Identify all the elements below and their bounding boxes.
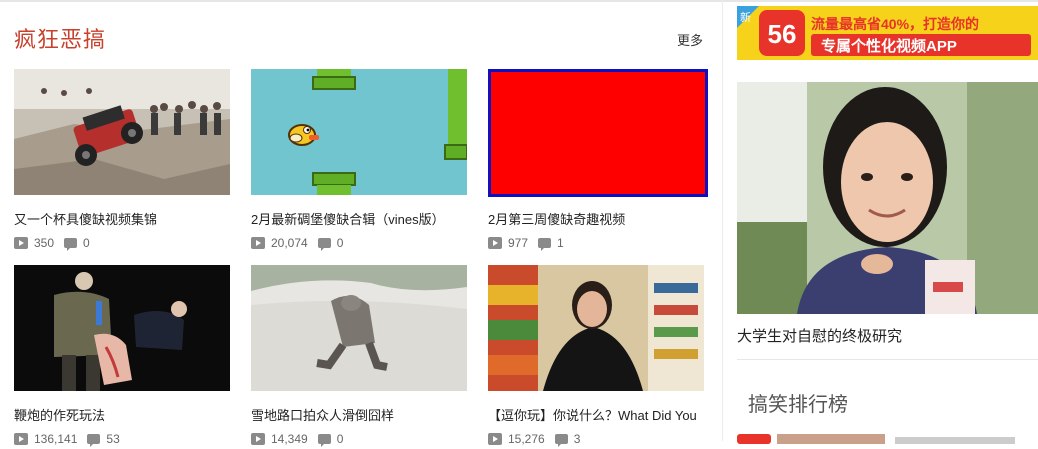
video-stats: 15,276 3 [488, 432, 706, 447]
ranking-list-preview[interactable] [737, 431, 1038, 444]
app-ad-banner[interactable]: 新 56 流量最高省40%，打造你的 专属个性化视频APP [737, 6, 1038, 60]
play-count-icon [251, 433, 265, 445]
play-count: 20,074 [271, 236, 308, 250]
video-card[interactable]: 2月最新碉堡傻缺合辑（vines版） 20,074 0 [251, 69, 469, 251]
play-count: 15,276 [508, 432, 545, 446]
ranking-title: 搞笑排行榜 [748, 394, 848, 416]
ad-badge: 新 [740, 10, 751, 24]
more-link[interactable]: 更多 [677, 30, 703, 49]
comment-icon [87, 434, 101, 447]
video-stats: 136,141 53 [14, 432, 232, 447]
play-count: 977 [508, 236, 529, 250]
comment-count: 0 [336, 432, 344, 446]
video-stats: 14,349 0 [251, 432, 469, 447]
video-title[interactable]: 又一个杯具傻缺视频集锦 [14, 209, 232, 228]
play-count-icon [14, 433, 28, 445]
video-title[interactable]: 2月最新碉堡傻缺合辑（vines版） [251, 209, 469, 228]
play-count-icon [251, 237, 265, 249]
video-card[interactable]: 又一个杯具傻缺视频集锦 350 0 [14, 69, 232, 251]
video-card[interactable]: 2月第三周傻缺奇趣视频 977 1 [488, 69, 708, 251]
column-divider [722, 0, 723, 441]
top-rule [0, 0, 1038, 2]
comment-count: 0 [336, 236, 344, 250]
video-title[interactable]: 【逗你玩】你说什么？What Did You [488, 405, 706, 424]
video-card[interactable]: 鞭炮的作死玩法 136,141 53 [14, 265, 232, 447]
video-thumbnail[interactable] [251, 69, 467, 195]
section-title: 疯狂恶搞 [14, 27, 107, 52]
video-thumbnail[interactable] [14, 69, 230, 195]
ad-line-1: 流量最高省40%，打造你的 [811, 16, 979, 32]
play-count-icon [488, 433, 502, 445]
play-count-icon [14, 237, 28, 249]
ad-brand: 56 [768, 19, 797, 49]
comment-count: 53 [106, 432, 120, 446]
comment-icon [554, 434, 568, 447]
play-count: 350 [34, 236, 55, 250]
feature-title[interactable]: 大学生对自慰的终极研究 [737, 325, 902, 346]
video-thumbnail[interactable] [251, 265, 467, 391]
comment-icon [317, 238, 331, 251]
feature-thumbnail[interactable] [737, 82, 1038, 314]
comment-count: 0 [83, 236, 90, 250]
comment-count: 3 [573, 432, 581, 446]
video-stats: 350 0 [14, 236, 232, 251]
comment-icon [64, 238, 78, 251]
video-thumbnail[interactable] [488, 265, 704, 391]
video-thumbnail[interactable] [488, 69, 708, 197]
comment-count: 1 [557, 236, 564, 250]
play-count-icon [488, 237, 502, 249]
video-title[interactable]: 鞭炮的作死玩法 [14, 405, 232, 424]
video-card[interactable]: 【逗你玩】你说什么？What Did You 15,276 3 [488, 265, 706, 447]
comment-icon [538, 238, 552, 251]
play-count: 14,349 [271, 432, 308, 446]
video-card[interactable]: 雪地路口拍众人滑倒囧样 14,349 0 [251, 265, 469, 447]
ranking-divider [737, 359, 1038, 360]
video-stats: 20,074 0 [251, 236, 469, 251]
comment-icon [317, 434, 331, 447]
video-title[interactable]: 2月第三周傻缺奇趣视频 [488, 209, 706, 228]
video-stats: 977 1 [488, 236, 706, 251]
play-count: 136,141 [34, 432, 78, 446]
video-thumbnail[interactable] [14, 265, 230, 391]
ad-line-2: 专属个性化视频APP [821, 37, 957, 55]
video-title[interactable]: 雪地路口拍众人滑倒囧样 [251, 405, 469, 424]
